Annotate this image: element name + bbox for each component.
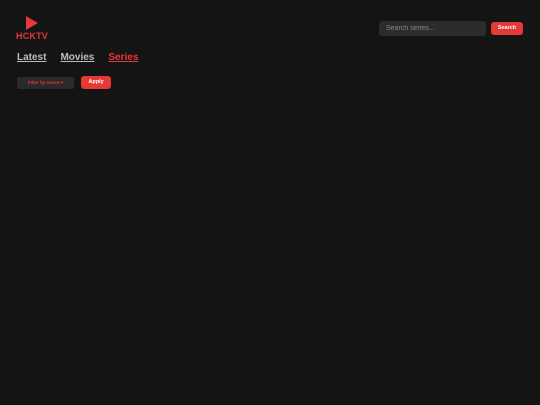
- main-nav: Latest Movies Series: [17, 52, 152, 64]
- site-logo[interactable]: HCKTV: [16, 16, 48, 41]
- genre-filter-label: Filter by Genre: [27, 80, 60, 85]
- nav-link-series[interactable]: Series: [108, 52, 138, 64]
- play-triangle-icon: [26, 16, 38, 30]
- genre-filter-dropdown[interactable]: Filter by Genre ▾: [17, 77, 74, 89]
- brand-name: HCKTV: [16, 31, 48, 41]
- search-button[interactable]: Search: [491, 22, 523, 35]
- nav-link-latest[interactable]: Latest: [17, 52, 46, 64]
- apply-filter-button[interactable]: Apply: [81, 76, 111, 89]
- caret-down-icon: ▾: [60, 80, 64, 85]
- search-input[interactable]: [379, 21, 486, 36]
- page: HCKTV Search Latest Movies Series Filter…: [0, 0, 540, 405]
- nav-link-movies[interactable]: Movies: [60, 52, 94, 64]
